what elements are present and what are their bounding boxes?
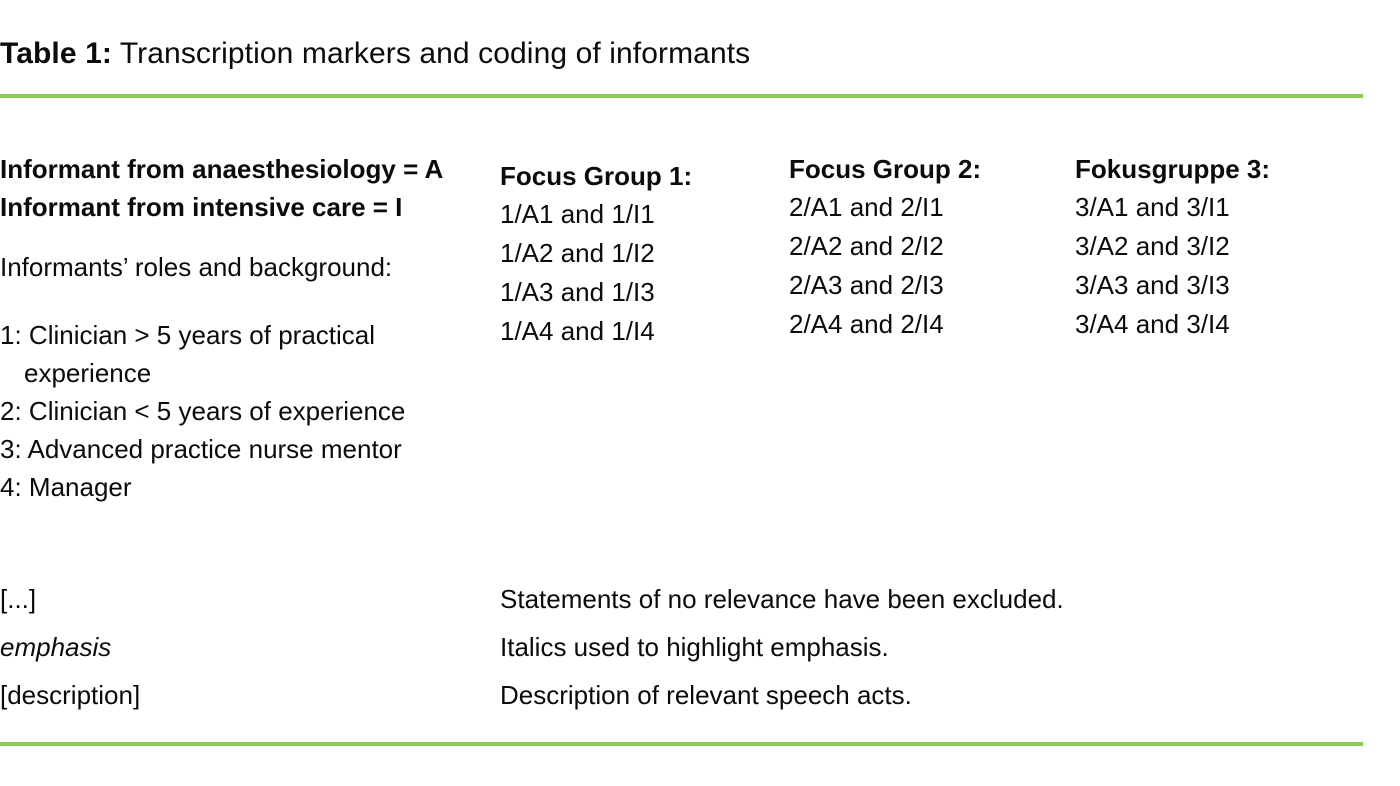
clipped-content-area: Table 1: Transcription markers and codin… bbox=[0, 0, 1400, 786]
focus-group-1-list: 1/A1 and 1/I1 1/A2 and 1/I2 1/A3 and 1/I… bbox=[500, 195, 770, 351]
list-item: 1/A3 and 1/I3 bbox=[500, 277, 655, 307]
list-item: 1/A1 and 1/I1 bbox=[500, 199, 655, 229]
table-caption: Table 1: Transcription markers and codin… bbox=[0, 33, 750, 75]
focus-group-3-column: Fokusgruppe 3: 3/A1 and 3/I1 3/A2 and 3/… bbox=[1075, 150, 1345, 344]
marker-key: [...] bbox=[0, 584, 37, 614]
legend-code-line-0: Informant from anaesthesiology = A bbox=[0, 154, 444, 184]
role-text: : Advanced practice nurse mentor bbox=[14, 434, 402, 464]
role-number: 3 bbox=[0, 434, 15, 464]
caption-text: Transcription markers and coding of info… bbox=[119, 37, 751, 70]
list-item: 3/A3 and 3/I3 bbox=[1075, 270, 1230, 300]
list-item: 2/A4 and 2/I4 bbox=[789, 309, 944, 339]
list-item: 2/A2 and 2/I2 bbox=[789, 231, 944, 261]
list-item: 1/A2 and 1/I2 bbox=[500, 238, 655, 268]
role-item: 4: Manager bbox=[0, 468, 470, 506]
table-top-rule bbox=[0, 94, 1363, 98]
focus-group-3-heading: Fokusgruppe 3: bbox=[1075, 154, 1271, 184]
roles-list: 1: Clinician > 5 years of practical expe… bbox=[0, 316, 470, 506]
marker-key: emphasis bbox=[0, 632, 112, 662]
role-item: 2: Clinician < 5 years of experience bbox=[0, 392, 470, 430]
role-number: 4 bbox=[0, 472, 15, 502]
role-item: 3: Advanced practice nurse mentor bbox=[0, 430, 470, 468]
legend-column: Informant from anaesthesiology = A Infor… bbox=[0, 150, 470, 506]
table-figure: Table 1: Transcription markers and codin… bbox=[0, 0, 1400, 786]
transcription-markers: [...] Statements of no relevance have be… bbox=[0, 580, 1400, 724]
list-item: 2/A1 and 2/I1 bbox=[789, 192, 944, 222]
role-text: : Clinician > 5 years of practical bbox=[14, 320, 376, 350]
focus-group-1-heading: Focus Group 1: bbox=[500, 161, 693, 191]
marker-description: Italics used to highlight emphasis. bbox=[500, 632, 889, 662]
table-row: [...] Statements of no relevance have be… bbox=[0, 580, 1400, 628]
legend-spacer bbox=[0, 226, 470, 248]
focus-group-3-list: 3/A1 and 3/I1 3/A2 and 3/I2 3/A3 and 3/I… bbox=[1075, 188, 1345, 344]
list-item: 3/A2 and 3/I2 bbox=[1075, 231, 1230, 261]
role-number: 2 bbox=[0, 396, 15, 426]
marker-description: Description of relevant speech acts. bbox=[500, 680, 912, 710]
role-continuation: experience bbox=[24, 358, 152, 388]
caption-label: Table 1: bbox=[0, 37, 112, 70]
focus-group-2-heading: Focus Group 2: bbox=[789, 154, 982, 184]
legend-code-line-1: Informant from intensive care = I bbox=[0, 192, 403, 222]
roles-spacer bbox=[0, 286, 470, 316]
list-item: 2/A3 and 2/I3 bbox=[789, 270, 944, 300]
list-item: 3/A4 and 3/I4 bbox=[1075, 309, 1230, 339]
marker-description: Statements of no relevance have been exc… bbox=[500, 584, 1064, 614]
focus-group-2-column: Focus Group 2: 2/A1 and 2/I1 2/A2 and 2/… bbox=[789, 150, 1059, 344]
table-bottom-rule bbox=[0, 742, 1363, 746]
list-item: 3/A1 and 3/I1 bbox=[1075, 192, 1230, 222]
list-item: 1/A4 and 1/I4 bbox=[500, 316, 655, 346]
focus-group-2-list: 2/A1 and 2/I1 2/A2 and 2/I2 2/A3 and 2/I… bbox=[789, 188, 1059, 344]
role-text: : Manager bbox=[14, 472, 132, 502]
role-item: 1: Clinician > 5 years of practical bbox=[0, 316, 470, 354]
role-text: : Clinician < 5 years of experience bbox=[14, 396, 406, 426]
focus-group-1-column: Focus Group 1: 1/A1 and 1/I1 1/A2 and 1/… bbox=[500, 150, 770, 346]
marker-key: [description] bbox=[0, 680, 141, 710]
role-number: 1 bbox=[0, 320, 15, 350]
table-row: emphasis Italics used to highlight empha… bbox=[0, 628, 1400, 676]
table-row: [description] Description of relevant sp… bbox=[0, 676, 1400, 724]
legend-roles-heading: Informants’ roles and background: bbox=[0, 252, 393, 282]
